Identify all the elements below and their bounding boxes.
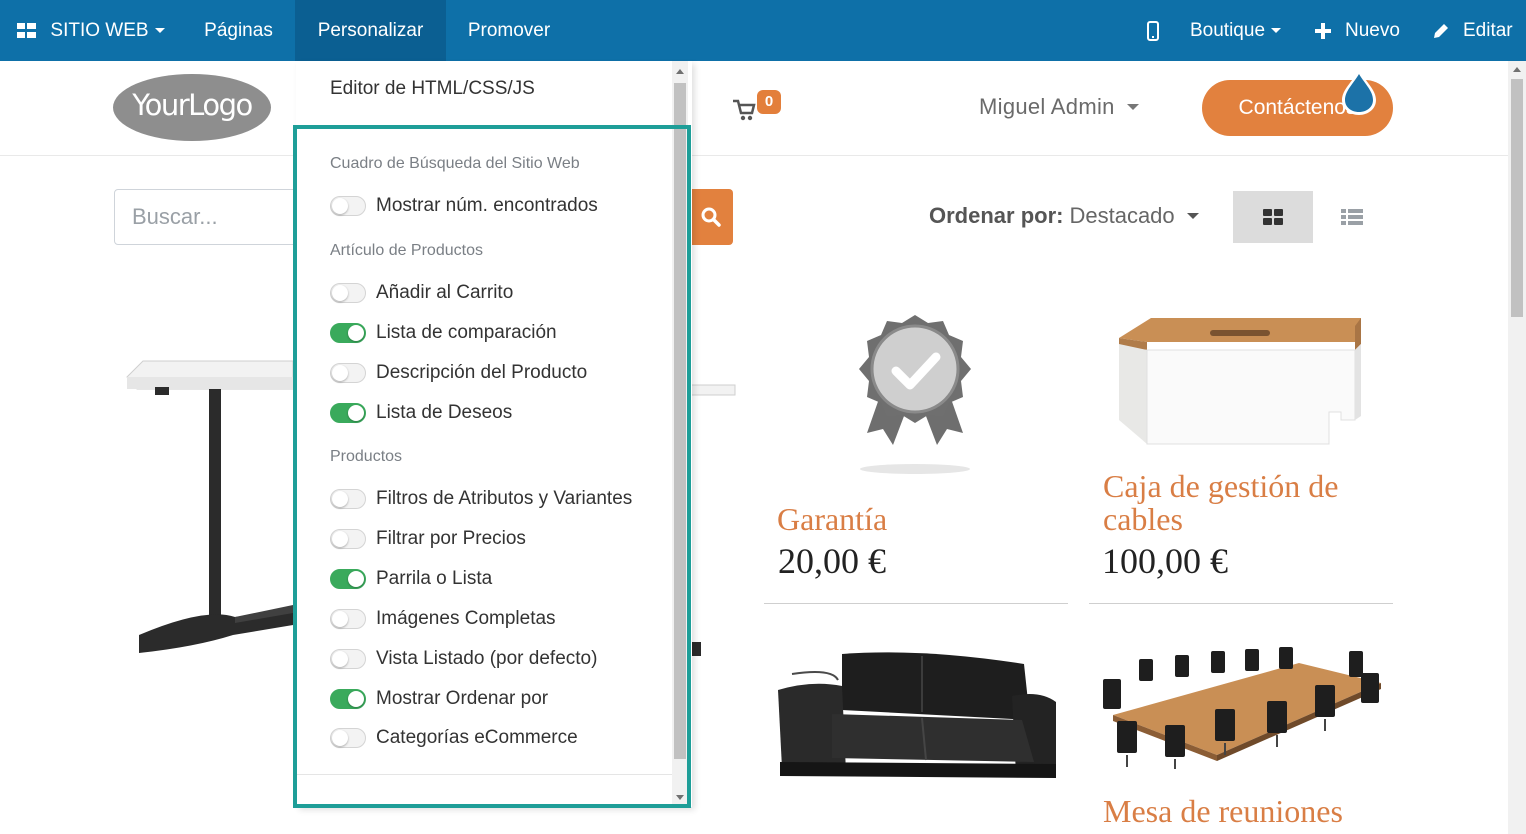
boutique-menu[interactable]: Boutique [1190,0,1282,61]
option-compare-list[interactable]: Lista de comparación [330,319,557,347]
option-label: Filtros de Atributos y Variantes [376,488,633,509]
theme-drop-icon [1342,70,1376,115]
edit-button-label: Editar [1463,19,1513,41]
cable-box-product-image[interactable] [1115,316,1365,446]
scroll-up-arrow-icon[interactable] [1513,67,1521,72]
grid-view-icon [1263,209,1283,225]
sort-label: Ordenar por: [929,203,1064,228]
option-label: Descripción del Producto [376,362,588,383]
toggle-switch[interactable] [330,609,366,629]
mobile-phone-icon [1147,20,1159,41]
search-button[interactable] [688,189,733,245]
section-header-products: Productos [330,448,403,465]
product-price: 20,00 € [778,541,886,581]
product-name[interactable]: Mesa de reuniones [1103,795,1393,828]
chevron-down-icon [1271,28,1282,33]
user-menu[interactable]: Miguel Admin [979,94,1139,120]
toggle-switch[interactable] [330,728,366,748]
toggle-switch[interactable] [330,283,366,303]
user-name: Miguel Admin [979,94,1115,119]
grid-view-button[interactable] [1233,191,1313,243]
warranty-product-image[interactable] [853,313,977,478]
toggle-switch[interactable] [330,689,366,709]
product-price: 100,00 € [1102,541,1228,581]
option-label: Lista de comparación [376,322,557,343]
scroll-up-arrow-icon[interactable] [676,69,684,74]
sofa-product-image[interactable] [772,650,1060,786]
customize-menu-label: Personalizar [317,19,424,41]
mobile-preview-button[interactable] [1138,0,1168,61]
option-label: Mostrar Ordenar por [376,688,549,709]
chevron-down-icon [1186,213,1199,219]
option-show-sort-by[interactable]: Mostrar Ordenar por [330,685,548,713]
option-attribute-filters[interactable]: Filtros de Atributos y Variantes [330,485,632,513]
plus-icon [1315,22,1331,39]
toggle-switch[interactable] [330,529,366,549]
toggle-switch[interactable] [330,569,366,589]
promote-menu[interactable]: Promover [446,0,572,61]
sort-value: Destacado [1069,203,1175,228]
option-show-num-found[interactable]: Mostrar núm. encontrados [330,192,598,220]
list-view-button[interactable] [1330,196,1374,238]
option-add-to-cart[interactable]: Añadir al Carrito [330,279,513,307]
page-scrollbar[interactable] [1508,61,1526,834]
boutique-menu-label: Boutique [1190,19,1266,41]
option-label: Vista Listado (por defecto) [376,648,598,669]
option-label: Filtrar por Precios [376,528,526,549]
option-ecommerce-categories[interactable]: Categorías eCommerce [330,724,578,752]
website-menu-label: SITIO WEB [50,19,149,41]
toggle-switch[interactable] [330,403,366,423]
dropdown-divider [296,774,672,775]
toggle-switch[interactable] [330,649,366,669]
pencil-icon [1434,23,1448,38]
option-product-description[interactable]: Descripción del Producto [330,359,587,387]
toggle-switch[interactable] [330,363,366,383]
admin-topbar: SITIO WEB Páginas Personalizar Promover … [0,0,1526,61]
logo-text: YourLogo [132,88,253,122]
site-logo[interactable]: YourLogo [113,74,271,141]
new-button-label: Nuevo [1345,19,1400,41]
option-label: Añadir al Carrito [376,282,514,303]
grid-icon [17,22,37,38]
option-label: Parrila o Lista [376,568,493,589]
dropdown-scrollbar-thumb[interactable] [674,83,686,759]
product-divider [764,603,1068,604]
list-view-icon [1341,209,1363,225]
option-label: Imágenes Completas [376,608,556,629]
website-menu[interactable]: SITIO WEB [0,0,182,61]
option-label: Lista de Deseos [376,402,513,423]
product-divider [1089,603,1393,604]
section-header-website-search: Cuadro de Búsqueda del Sitio Web [330,155,580,172]
option-label: Categorías eCommerce [376,727,578,748]
sort-dropdown[interactable]: Ordenar por: Destacado [929,203,1199,229]
search-icon [701,207,721,227]
chevron-down-icon [154,28,165,33]
page-scrollbar-thumb[interactable] [1511,79,1523,317]
product-name[interactable]: Garantía [777,503,1057,536]
section-header-product-item: Artículo de Productos [330,242,483,259]
html-css-js-editor-item[interactable]: Editor de HTML/CSS/JS [330,78,535,100]
chevron-down-icon [1126,104,1139,110]
scroll-down-arrow-icon[interactable] [676,795,684,800]
option-list-view-default[interactable]: Vista Listado (por defecto) [330,645,597,673]
pages-menu[interactable]: Páginas [182,0,295,61]
meeting-table-product-image[interactable] [1099,645,1385,771]
option-grid-or-list[interactable]: Parrila o Lista [330,565,492,593]
toggle-switch[interactable] [330,196,366,216]
customize-dropdown: Editor de HTML/CSS/JS Cuadro de Búsqueda… [296,61,692,807]
toggle-switch[interactable] [330,323,366,343]
customize-menu[interactable]: Personalizar [295,0,446,61]
option-full-images[interactable]: Imágenes Completas [330,605,556,633]
option-label: Mostrar núm. encontrados [376,195,598,216]
option-wishlist[interactable]: Lista de Deseos [330,399,512,427]
promote-menu-label: Promover [467,19,551,41]
toggle-switch[interactable] [330,489,366,509]
option-price-filter[interactable]: Filtrar por Precios [330,525,526,553]
contact-button-label: Contáctenos [1238,96,1357,119]
product-name[interactable]: Caja de gestión de cables [1103,470,1393,536]
cart-count-badge: 0 [757,90,781,114]
edit-button[interactable]: Editar [1432,0,1513,61]
pages-menu-label: Páginas [204,19,273,41]
new-button[interactable]: Nuevo [1315,0,1400,61]
